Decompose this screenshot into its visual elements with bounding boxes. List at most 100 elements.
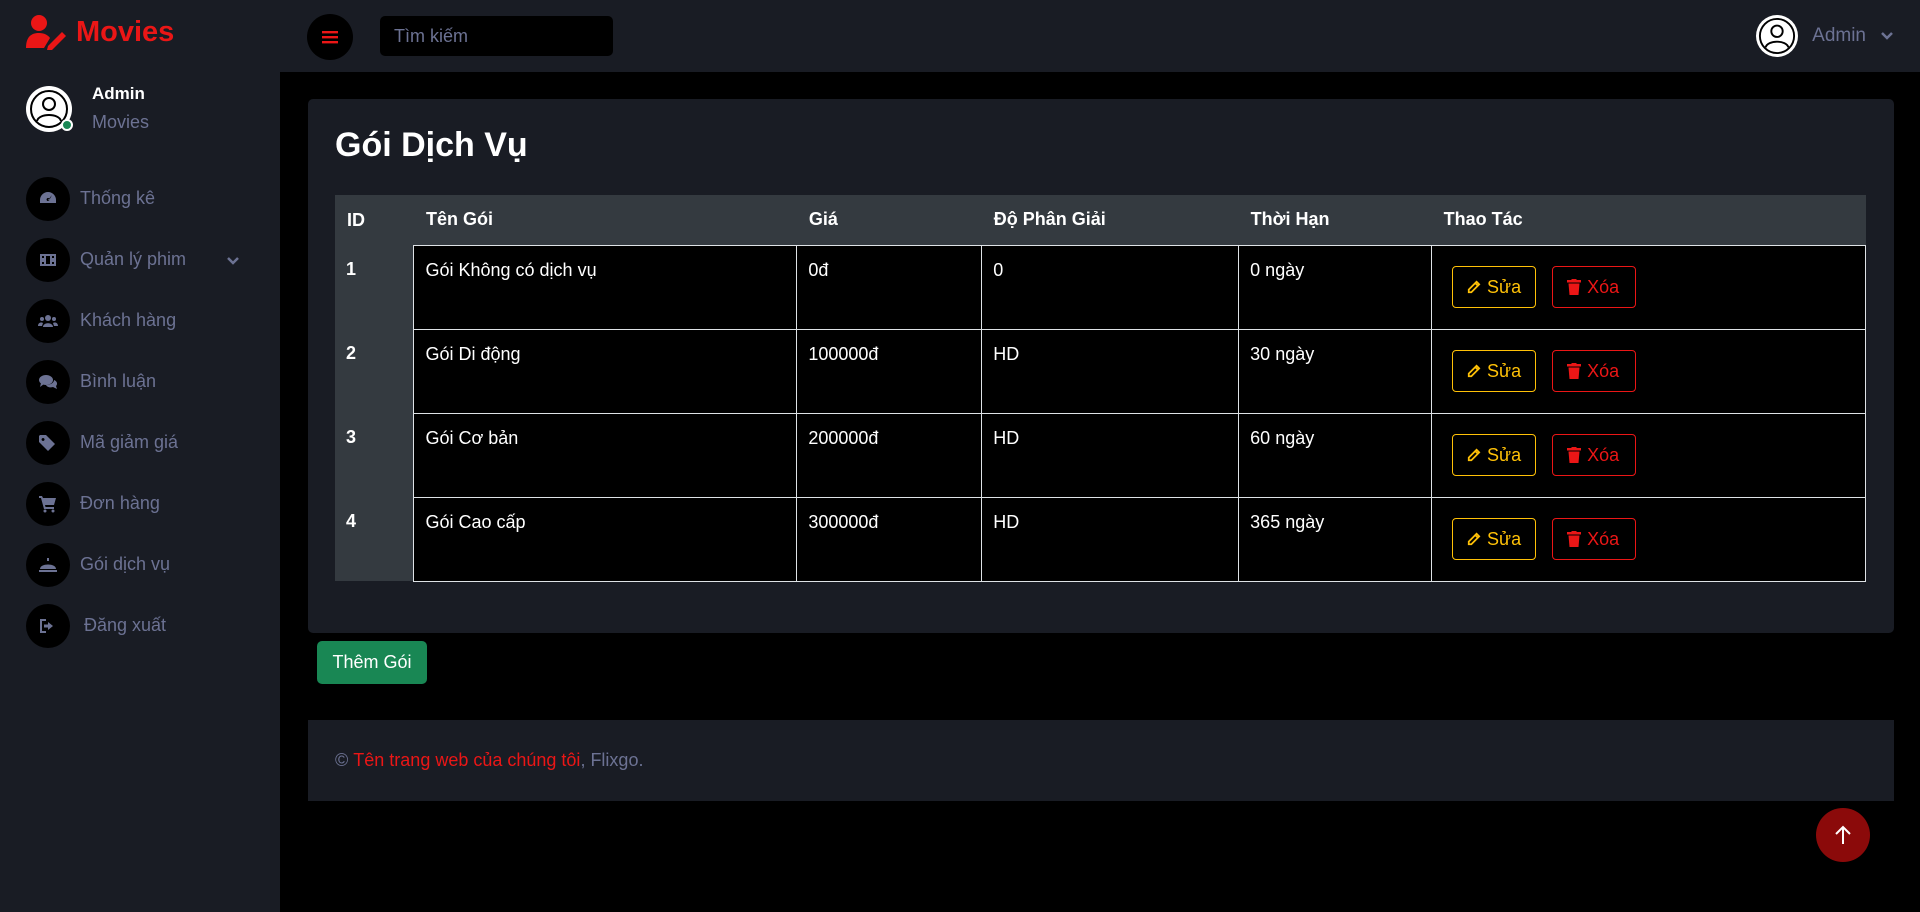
cell-price: 0đ — [796, 244, 983, 330]
bell-concierge-icon — [26, 542, 70, 587]
column-header-duration: Thời Hạn — [1238, 195, 1432, 245]
pencil-icon — [1467, 532, 1481, 546]
table-row: 2 Gói Di động 100000đ HD 30 ngày Sửa Xóa — [335, 328, 1866, 414]
service-packages-panel: Gói Dịch Vụ ID Tên Gói Giá Độ Phân Giải … — [308, 99, 1894, 633]
avatar — [26, 85, 73, 132]
cell-actions: Sửa Xóa — [1431, 412, 1866, 498]
users-icon — [26, 298, 70, 343]
delete-label: Xóa — [1587, 444, 1620, 465]
delete-label: Xóa — [1587, 528, 1620, 549]
column-header-id: ID — [335, 195, 414, 245]
user-edit-icon — [26, 15, 66, 50]
edit-label: Sửa — [1487, 444, 1522, 465]
add-package-button[interactable]: Thêm Gói — [317, 641, 427, 684]
sidebar-item-goi-dich-vu[interactable]: Gói dịch vụ — [26, 534, 266, 595]
film-icon — [26, 237, 70, 282]
cell-id: 3 — [335, 413, 415, 497]
sidebar-item-quan-ly-phim[interactable]: Quản lý phim — [26, 229, 266, 290]
cell-id: 1 — [335, 245, 415, 329]
user-menu[interactable]: Admin — [1756, 15, 1894, 57]
delete-label: Xóa — [1587, 276, 1620, 297]
sidebar-item-ma-giam-gia[interactable]: Mã giảm giá — [26, 412, 266, 473]
cell-price: 300000đ — [796, 496, 983, 582]
sidebar-item-label: Thống kê — [80, 188, 156, 208]
bars-icon — [322, 31, 338, 44]
sidebar-item-label: Đơn hàng — [80, 493, 160, 513]
user-name: Admin — [1812, 25, 1866, 46]
delete-button[interactable]: Xóa — [1552, 266, 1637, 308]
sidebar-item-khach-hang[interactable]: Khách hàng — [26, 290, 266, 351]
search-input[interactable] — [380, 16, 613, 56]
edit-button[interactable]: Sửa — [1452, 434, 1537, 476]
topbar: Admin — [280, 0, 1920, 72]
cell-resolution: HD — [981, 412, 1240, 498]
cell-duration: 30 ngày — [1238, 328, 1433, 414]
cell-actions: Sửa Xóa — [1431, 328, 1866, 414]
column-header-resolution: Độ Phân Giải — [981, 195, 1239, 245]
cell-name: Gói Di động — [413, 328, 798, 414]
sidebar-nav: Thống kê Quản lý phim Khách hàng Bình lu… — [26, 168, 266, 656]
profile-card: Admin Movies — [26, 84, 149, 133]
sign-out-icon — [26, 603, 70, 648]
cell-resolution: HD — [981, 496, 1240, 582]
cell-name: Gói Cao cấp — [413, 496, 798, 582]
sidebar: Movies Admin Movies Thống kê Quản lý phi… — [0, 0, 280, 912]
edit-label: Sửa — [1487, 276, 1522, 297]
cell-name: Gói Cơ bản — [413, 412, 798, 498]
arrow-up-icon — [1835, 825, 1851, 844]
table-row: 1 Gói Không có dịch vụ 0đ 0 0 ngày Sửa Xó… — [335, 244, 1866, 330]
sidebar-item-binh-luan[interactable]: Bình luận — [26, 351, 266, 412]
footer-suffix: , Flixgo. — [580, 750, 644, 770]
sidebar-item-label: Đăng xuất — [84, 615, 167, 635]
service-packages-table: ID Tên Gói Giá Độ Phân Giải Thời Hạn Tha… — [335, 195, 1866, 582]
sidebar-item-don-hang[interactable]: Đơn hàng — [26, 473, 266, 534]
back-to-top-button[interactable] — [1816, 808, 1870, 862]
footer-site-link[interactable]: Tên trang web của chúng tôi — [353, 750, 580, 771]
sidebar-item-label: Gói dịch vụ — [80, 554, 171, 574]
online-status-dot — [61, 118, 73, 131]
cart-icon — [26, 481, 70, 526]
delete-button[interactable]: Xóa — [1552, 350, 1637, 392]
column-header-actions: Thao Tác — [1431, 195, 1866, 245]
cell-id: 4 — [335, 497, 415, 581]
edit-button[interactable]: Sửa — [1452, 350, 1537, 392]
edit-button[interactable]: Sửa — [1452, 518, 1537, 560]
table-row: 4 Gói Cao cấp 300000đ HD 365 ngày Sửa Xóa — [335, 496, 1866, 582]
sidebar-item-label: Khách hàng — [80, 310, 177, 330]
table-header-row: ID Tên Gói Giá Độ Phân Giải Thời Hạn Tha… — [335, 195, 1866, 245]
edit-label: Sửa — [1487, 528, 1522, 549]
chevron-down-icon — [1880, 27, 1894, 46]
cell-name: Gói Không có dịch vụ — [413, 244, 798, 330]
pencil-icon — [1467, 448, 1481, 462]
user-circle-icon — [1759, 17, 1796, 55]
chevron-down-icon[interactable] — [226, 251, 242, 267]
comments-icon — [26, 359, 70, 404]
cell-actions: Sửa Xóa — [1431, 244, 1866, 330]
delete-button[interactable]: Xóa — [1552, 518, 1637, 560]
profile-subtitle: Movies — [92, 112, 150, 132]
trash-icon — [1567, 531, 1582, 547]
sidebar-item-label: Bình luận — [80, 371, 157, 391]
cell-actions: Sửa Xóa — [1431, 496, 1866, 582]
page-title: Gói Dịch Vụ — [335, 126, 528, 164]
pencil-icon — [1467, 364, 1481, 378]
cell-price: 100000đ — [796, 328, 983, 414]
copyright-symbol: © — [335, 750, 349, 770]
trash-icon — [1567, 447, 1582, 463]
cell-id: 2 — [335, 329, 415, 413]
trash-icon — [1567, 363, 1582, 379]
sidebar-item-thong-ke[interactable]: Thống kê — [26, 168, 266, 229]
brand-name: Movies — [76, 15, 175, 48]
cell-duration: 365 ngày — [1238, 496, 1433, 582]
menu-toggle-button[interactable] — [307, 14, 353, 60]
column-header-name: Tên Gói — [413, 195, 797, 245]
tags-icon — [26, 420, 70, 465]
cell-price: 200000đ — [796, 412, 983, 498]
cell-duration: 60 ngày — [1238, 412, 1433, 498]
brand-logo[interactable]: Movies — [26, 12, 174, 52]
cell-resolution: 0 — [981, 244, 1240, 330]
edit-button[interactable]: Sửa — [1452, 266, 1537, 308]
delete-button[interactable]: Xóa — [1552, 434, 1637, 476]
sidebar-item-dang-xuat[interactable]: Đăng xuất — [26, 595, 266, 656]
trash-icon — [1567, 279, 1582, 295]
